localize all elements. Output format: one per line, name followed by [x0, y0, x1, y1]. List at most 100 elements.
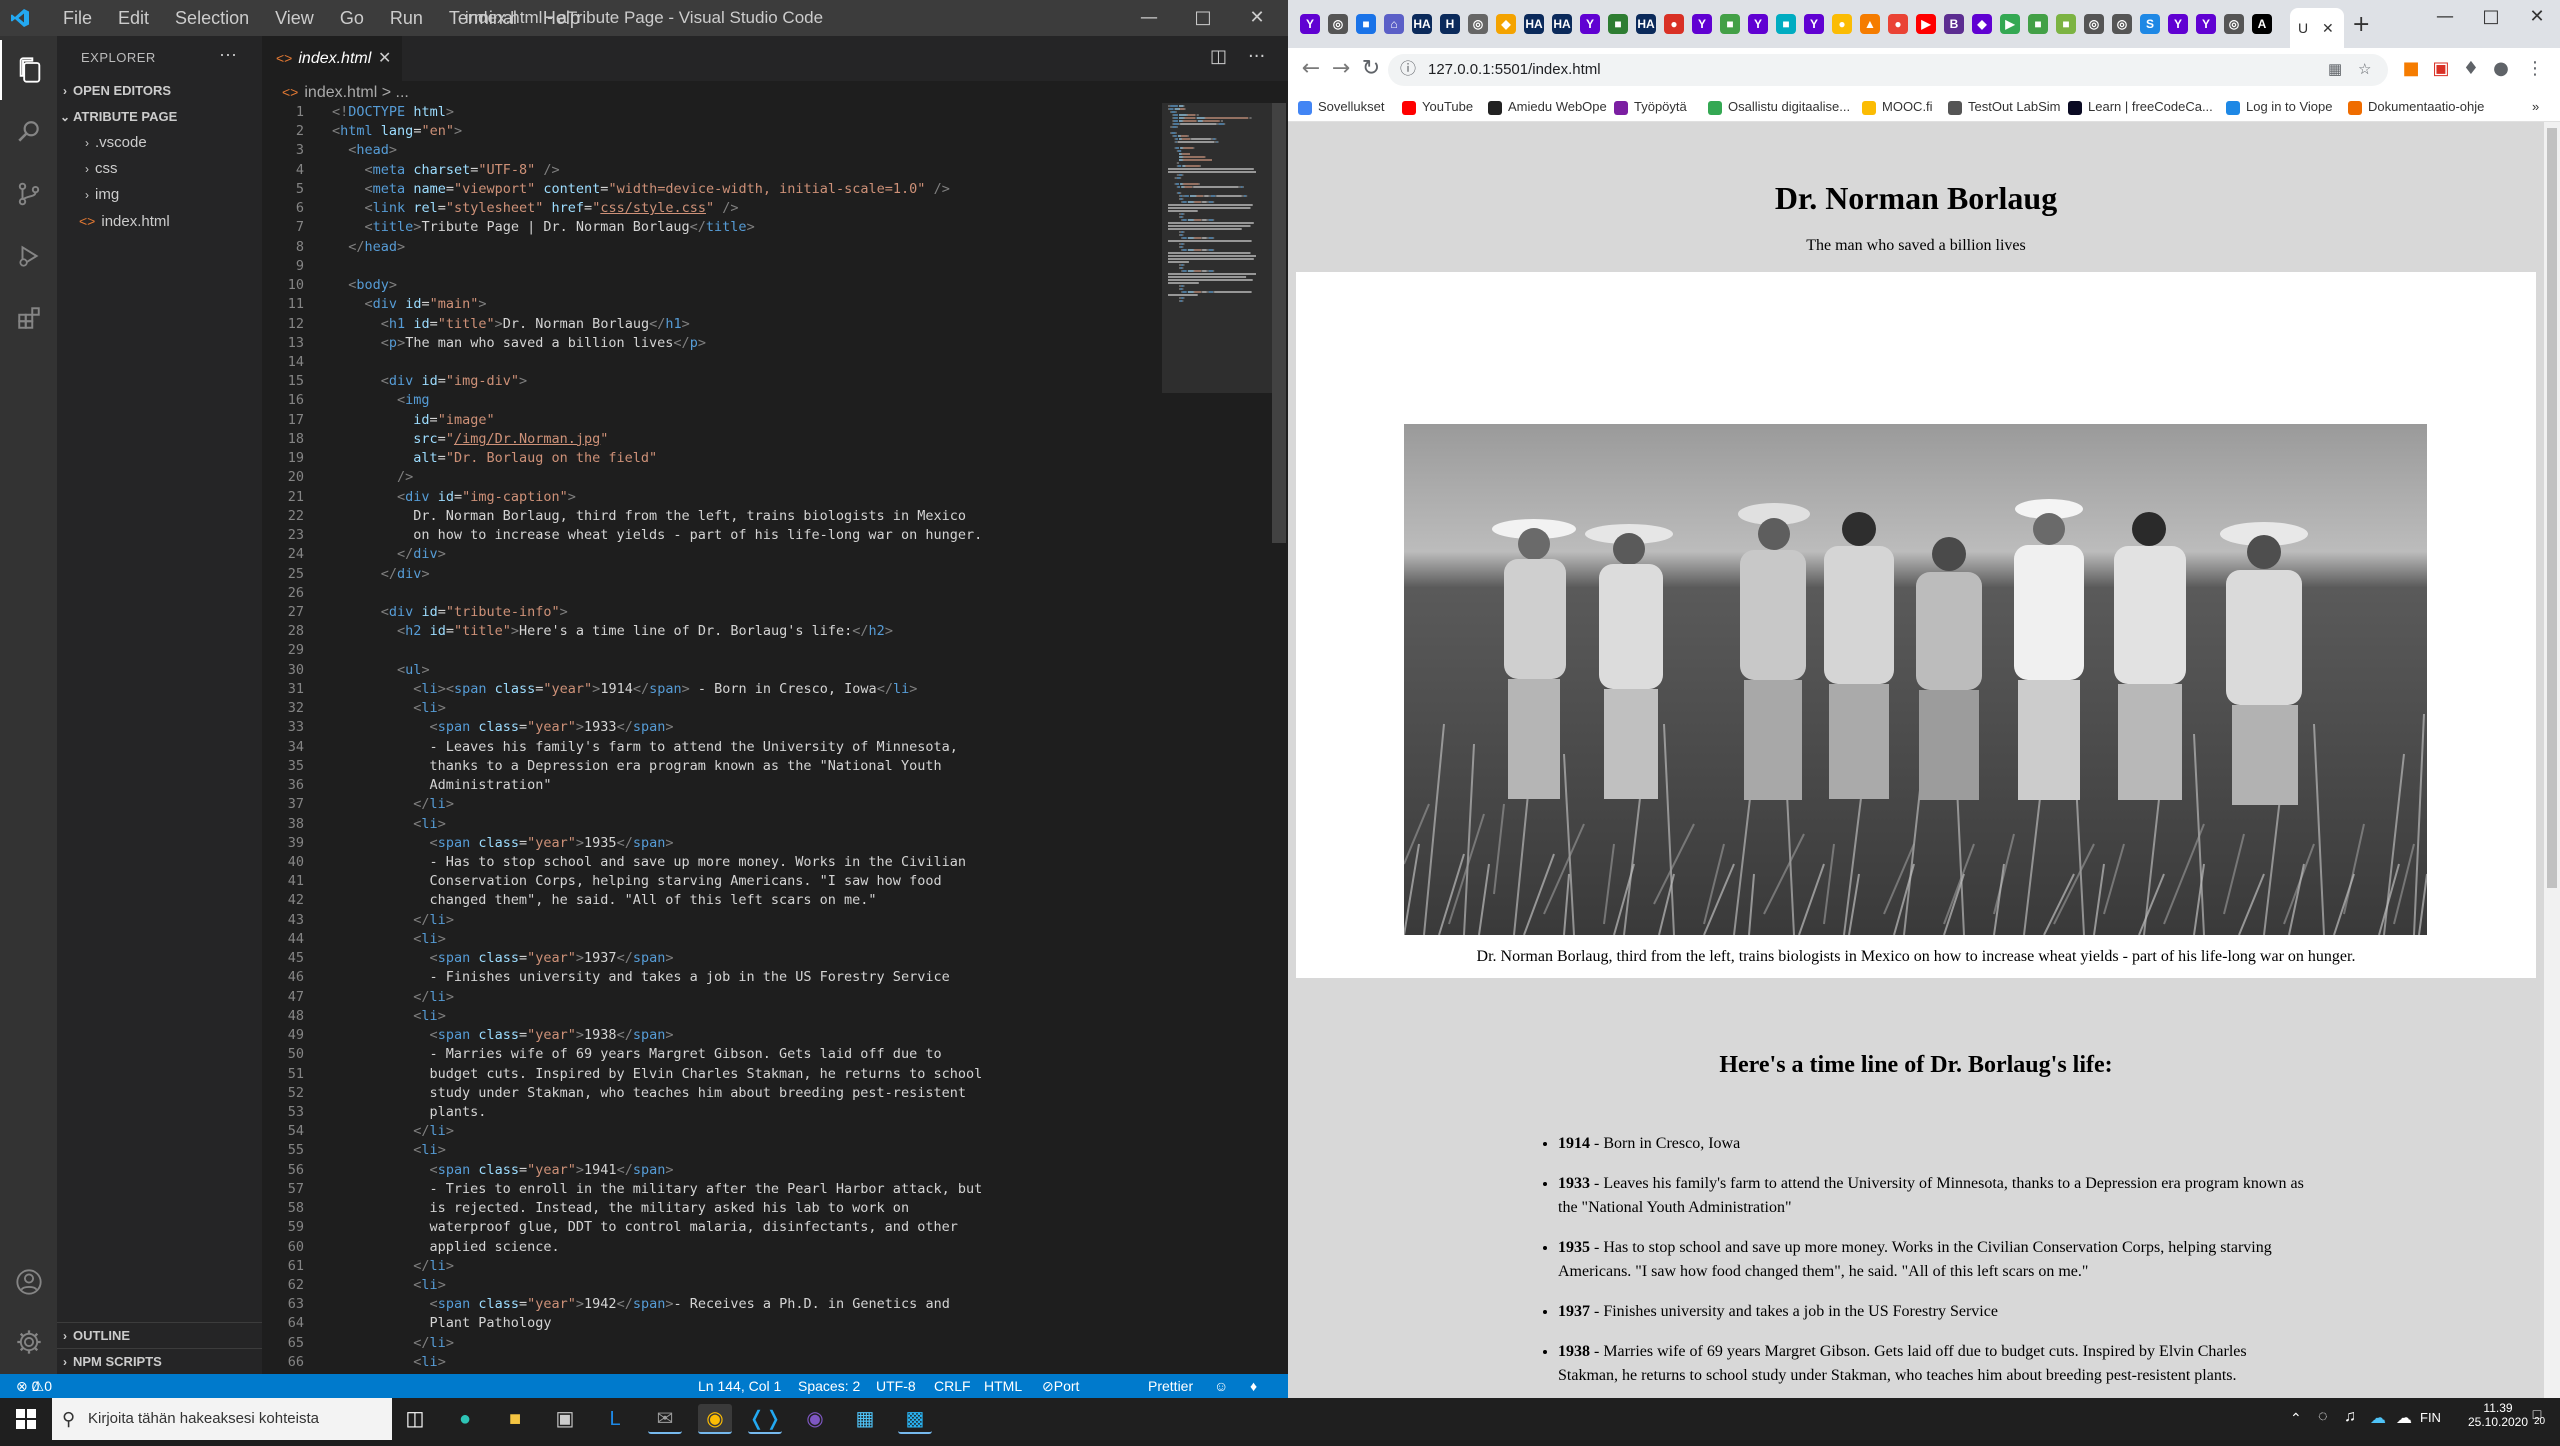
code-line[interactable]: 11 <div id="main"> [262, 295, 1162, 314]
menu-view[interactable]: View [262, 0, 327, 36]
code-line[interactable]: 26 [262, 584, 1162, 603]
search-icon[interactable] [0, 102, 57, 162]
code-line[interactable]: 40 - Has to stop school and save up more… [262, 853, 1162, 872]
editor-scrollbar[interactable] [1272, 103, 1286, 543]
scrollbar-thumb[interactable] [2547, 128, 2557, 888]
menu-run[interactable]: Run [377, 0, 436, 36]
pinned-tab-favicon[interactable]: S [2140, 14, 2160, 34]
pinned-tab-favicon[interactable]: ◎ [1468, 14, 1488, 34]
extension-icon[interactable]: ■ [2398, 58, 2424, 82]
source-control-icon[interactable] [0, 164, 57, 224]
npm-scripts-section[interactable]: › NPM SCRIPTS [57, 1348, 262, 1374]
code-line[interactable]: 21 <div id="img-caption"> [262, 488, 1162, 507]
code-line[interactable]: 60 applied science. [262, 1238, 1162, 1257]
pinned-tab-favicon[interactable]: ▶ [1916, 14, 1936, 34]
close-icon[interactable]: ✕ [2514, 6, 2560, 27]
code-line[interactable]: 35 thanks to a Depression era program kn… [262, 757, 1162, 776]
code-line[interactable]: 50 - Marries wife of 69 years Margret Gi… [262, 1045, 1162, 1064]
close-icon[interactable]: ✕ [1230, 0, 1284, 36]
pinned-tab-favicon[interactable]: ⌂ [1384, 14, 1404, 34]
translate-icon[interactable]: ▦ [2328, 54, 2342, 86]
site-info-icon[interactable]: ⓘ [1400, 54, 1416, 86]
feedback-icon[interactable]: ☺ [1214, 1374, 1228, 1398]
pinned-tab-favicon[interactable]: ■ [2056, 14, 2076, 34]
code-line[interactable]: 27 <div id="tribute-info"> [262, 603, 1162, 622]
tree-item-img[interactable]: › img [57, 182, 262, 208]
pinned-tab-favicon[interactable]: HA [1524, 14, 1544, 34]
code-line[interactable]: 15 <div id="img-div"> [262, 372, 1162, 391]
pinned-tab-favicon[interactable]: H [1440, 14, 1460, 34]
code-line[interactable]: 57 - Tries to enroll in the military aft… [262, 1180, 1162, 1199]
pinned-tab-favicon[interactable]: ◎ [1328, 14, 1348, 34]
network-icon[interactable]: ◌ [2318, 1408, 2328, 1426]
close-icon[interactable]: ✕ [2322, 8, 2334, 48]
code-line[interactable]: 25 </div> [262, 565, 1162, 584]
extensions-puzzle-icon[interactable]: ♦ [2458, 58, 2484, 82]
code-line[interactable]: 3 <head> [262, 141, 1162, 160]
extensions-icon[interactable] [0, 288, 57, 348]
menu-selection[interactable]: Selection [162, 0, 262, 36]
pinned-tab-favicon[interactable]: Y [1804, 14, 1824, 34]
edge-icon[interactable]: ● [448, 1404, 482, 1434]
bookmark-youtube[interactable]: YouTube [1402, 92, 1473, 122]
code-line[interactable]: 45 <span class="year">1937</span> [262, 949, 1162, 968]
pinned-tab-favicon[interactable]: ■ [1356, 14, 1376, 34]
code-line[interactable]: 65 </li> [262, 1334, 1162, 1353]
store-icon[interactable]: ▣ [548, 1404, 582, 1434]
code-line[interactable]: 41 Conservation Corps, helping starving … [262, 872, 1162, 891]
bookmark-testout[interactable]: TestOut LabSim [1948, 92, 2061, 122]
code-line[interactable]: 47 </li> [262, 988, 1162, 1007]
code-line[interactable]: 28 <h2 id="title">Here's a time line of … [262, 622, 1162, 641]
bookmark-mooc[interactable]: MOOC.fi [1862, 92, 1933, 122]
account-icon[interactable] [0, 1252, 57, 1312]
code-line[interactable]: 16 <img [262, 391, 1162, 410]
pinned-tab-favicon[interactable]: ▶ [2000, 14, 2020, 34]
language-mode[interactable]: HTML [984, 1374, 1022, 1398]
code-line[interactable]: 14 [262, 353, 1162, 372]
code-line[interactable]: 48 <li> [262, 1007, 1162, 1026]
profile-icon[interactable]: ● [2488, 58, 2514, 82]
pinned-tab-favicon[interactable]: Y [2168, 14, 2188, 34]
cursor-position[interactable]: Ln 144, Col 1 [698, 1374, 781, 1398]
code-line[interactable]: 63 <span class="year">1942</span>- Recei… [262, 1295, 1162, 1314]
maximize-icon[interactable]: □ [1176, 0, 1230, 36]
extension-icon[interactable]: ▣ [2428, 58, 2454, 82]
pinned-tab-favicon[interactable]: ● [1664, 14, 1684, 34]
code-line[interactable]: 22 Dr. Norman Borlaug, third from the le… [262, 507, 1162, 526]
pinned-tab-favicon[interactable]: B [1944, 14, 1964, 34]
pinned-tab-favicon[interactable]: ◎ [2224, 14, 2244, 34]
bookmark-dokumentaatio[interactable]: Dokumentaatio-ohje [2348, 92, 2484, 122]
chrome-icon[interactable]: ◉ [698, 1404, 732, 1434]
address-bar[interactable]: ⓘ 127.0.0.1:5501/index.html ▦ ☆ [1388, 54, 2388, 86]
code-line[interactable]: 33 <span class="year">1933</span> [262, 718, 1162, 737]
app-l-icon[interactable]: L [598, 1404, 632, 1434]
code-line[interactable]: 23 on how to increase wheat yields - par… [262, 526, 1162, 545]
code-line[interactable]: 10 <body> [262, 276, 1162, 295]
code-line[interactable]: 34 - Leaves his family's farm to attend … [262, 738, 1162, 757]
pinned-tab-favicon[interactable]: Y [1300, 14, 1320, 34]
problems-indicator[interactable]: ⊗ 0 ⚠ 0 [16, 1374, 52, 1398]
code-line[interactable]: 62 <li> [262, 1276, 1162, 1295]
bookmark-apps[interactable]: Sovellukset [1298, 92, 1384, 122]
live-server-port[interactable]: ⊘ Port : 5501 [1042, 1374, 1085, 1442]
bookmark-freecodecamp[interactable]: Learn | freeCodeCa... [2068, 92, 2213, 122]
bookmark-tyopoyta[interactable]: Työpöytä [1614, 92, 1687, 122]
language-indicator[interactable]: FIN [2420, 1410, 2441, 1425]
code-line[interactable]: 64 Plant Pathology [262, 1314, 1162, 1333]
indentation[interactable]: Spaces: 2 [798, 1374, 860, 1398]
code-line[interactable]: 49 <span class="year">1938</span> [262, 1026, 1162, 1045]
code-line[interactable]: 1 <!DOCTYPE html> [262, 103, 1162, 122]
pinned-tab-favicon[interactable]: ◆ [1972, 14, 1992, 34]
code-line[interactable]: 8 </head> [262, 238, 1162, 257]
code-line[interactable]: 52 study under Stakman, who teaches him … [262, 1084, 1162, 1103]
pinned-tab-favicon[interactable]: ● [1832, 14, 1852, 34]
code-line[interactable]: 42 changed them", he said. "All of this … [262, 891, 1162, 910]
bookmark-amiedu[interactable]: Amiedu WebOpe [1488, 92, 1607, 122]
code-line[interactable]: 59 waterproof glue, DDT to control malar… [262, 1218, 1162, 1237]
pinned-tab-favicon[interactable]: ▲ [1860, 14, 1880, 34]
code-line[interactable]: 36 Administration" [262, 776, 1162, 795]
code-line[interactable]: 2 <html lang="en"> [262, 122, 1162, 141]
pinned-tab-favicon[interactable]: ■ [1720, 14, 1740, 34]
chrome-menu-icon[interactable]: ⋮ [2522, 58, 2548, 82]
pinned-tab-favicon[interactable]: ● [1888, 14, 1908, 34]
